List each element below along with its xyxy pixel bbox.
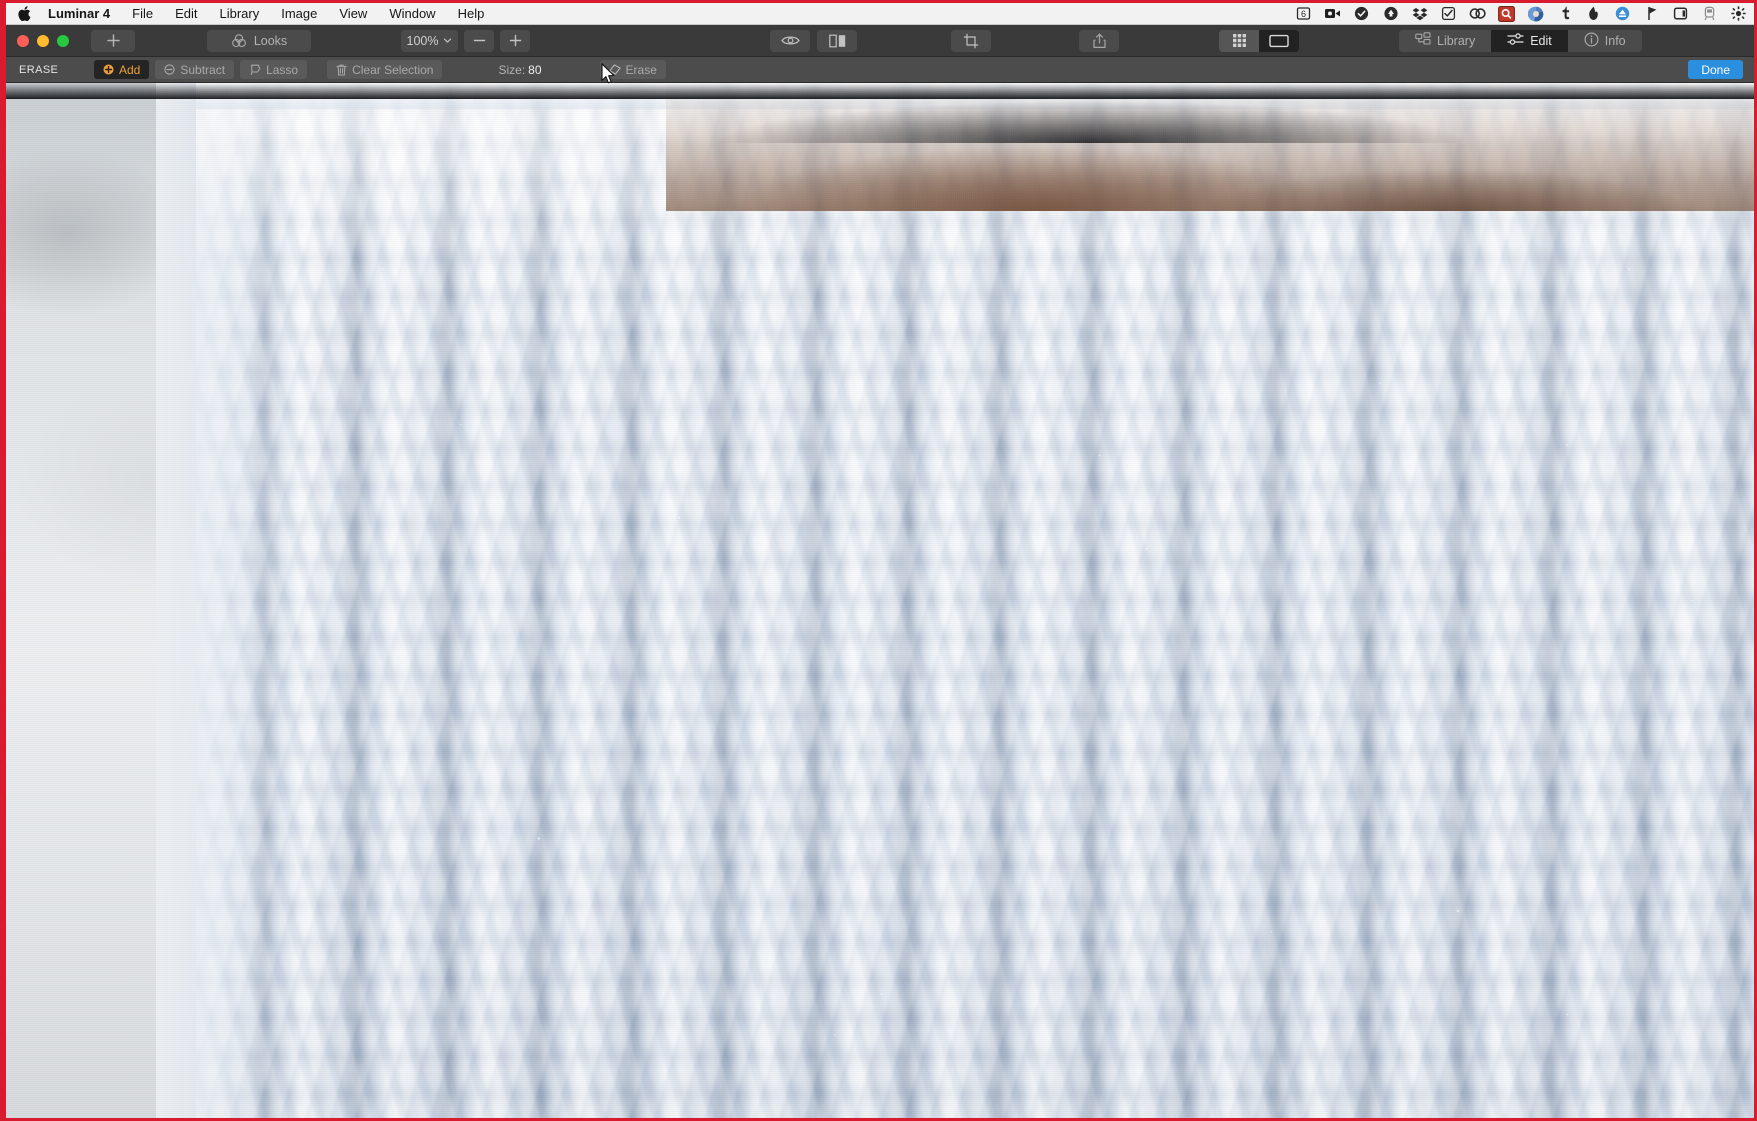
eject-disk-icon[interactable] [1613,4,1632,23]
window-controls [6,34,69,47]
share-button[interactable] [1079,29,1119,52]
airdrop-icon[interactable] [1381,4,1400,23]
tab-edit[interactable]: Edit [1491,29,1568,52]
photo-canvas[interactable] [6,83,1754,1118]
flag-icon[interactable] [1642,4,1661,23]
spotlight-search-icon[interactable] [1497,4,1516,23]
erase-button-label: Erase [625,62,657,77]
lasso-icon [249,64,261,75]
erase-mode-lasso-label: Lasso [266,62,299,77]
app-toolbar: Looks 100% Library Edit Info [6,25,1754,57]
single-view-icon [1269,34,1289,47]
crop-icon [963,33,979,49]
erase-mode-add-button[interactable]: Add [94,60,150,79]
trash-icon [336,64,347,76]
library-icon [1415,32,1431,49]
train-icon[interactable] [1700,4,1719,23]
brush-size-label: Size: [498,62,526,77]
tumblr-icon[interactable] [1555,4,1574,23]
erase-mode-add-label: Add [119,62,141,77]
gear-settings-icon[interactable] [1729,4,1748,23]
zoom-out-button[interactable] [464,29,494,52]
menu-item-image[interactable]: Image [270,3,328,25]
mode-tabs: Library Edit Info [1399,29,1642,52]
view-mode-toggle [1219,29,1299,52]
done-button[interactable]: Done [1688,60,1743,79]
apple-logo-icon[interactable] [18,5,33,22]
chevron-down-icon [444,38,452,43]
zoom-level-dropdown[interactable]: 100% [401,29,458,52]
dropbox-icon[interactable] [1410,4,1429,23]
menu-item-view[interactable]: View [328,3,378,25]
screen: Luminar 4 File Edit Library Image View W… [0,0,1757,1121]
erase-tool-title: ERASE [19,63,59,76]
close-button[interactable] [17,34,29,47]
macos-menu-bar: Luminar 4 File Edit Library Image View W… [6,3,1754,25]
plus-circle-icon [103,64,114,75]
zoom-level-value: 100% [406,33,439,48]
adobe-creative-cloud-icon[interactable] [1468,4,1487,23]
looks-label: Looks [253,33,288,48]
photo-grain [6,83,1754,1118]
erase-toolbar: ERASE Add Subtract Lasso Clear Selection… [6,57,1754,83]
grid-view-button[interactable] [1219,29,1259,52]
checkmark-badge-icon[interactable] [1352,4,1371,23]
clear-selection-label: Clear Selection [352,62,434,77]
share-icon [1092,33,1107,49]
menu-item-app-name[interactable]: Luminar 4 [37,3,121,25]
menu-item-library[interactable]: Library [208,3,270,25]
menu-bar-left: Luminar 4 File Edit Library Image View W… [6,3,495,24]
erase-mode-subtract-button[interactable]: Subtract [155,60,235,79]
brush-size-control[interactable]: Size: 80 [498,63,541,77]
single-view-button[interactable] [1259,29,1299,52]
zoom-in-button[interactable] [500,29,530,52]
menu-item-edit[interactable]: Edit [164,3,208,25]
erase-mode-lasso-button[interactable]: Lasso [240,60,308,79]
looks-icon [231,33,247,49]
brush-size-value[interactable]: 80 [528,63,541,77]
tab-library[interactable]: Library [1399,29,1492,52]
erase-mode-subtract-label: Subtract [180,62,226,77]
looks-button[interactable]: Looks [207,29,311,52]
menu-bar-status-icons: 6 [1294,3,1754,24]
mouse-pointer [601,63,616,90]
luminar-window: Looks 100% Library Edit Info ERASE Add S… [6,25,1754,1118]
screen-recorder-icon[interactable] [1323,4,1342,23]
flame-icon[interactable] [1584,4,1603,23]
crop-tool-button[interactable] [951,29,991,52]
info-circle-icon [1584,31,1599,50]
tab-library-label: Library [1437,33,1476,48]
desktop-number-6-icon[interactable]: 6 [1294,4,1313,23]
maximize-button[interactable] [57,34,69,47]
display-icon[interactable] [1671,4,1690,23]
eye-icon [780,34,800,47]
zoom-controls: 100% [401,29,530,52]
menu-item-file[interactable]: File [121,3,164,25]
preview-toggle-button[interactable] [770,29,810,52]
minus-circle-icon [164,64,176,75]
menu-item-help[interactable]: Help [447,3,496,25]
tab-info-label: Info [1604,33,1626,48]
view-controls [770,29,857,52]
chrome-browser-icon[interactable] [1526,4,1545,23]
add-image-button[interactable] [91,29,135,52]
todo-checklist-icon[interactable] [1439,4,1458,23]
svg-text:6: 6 [1301,9,1306,19]
clear-selection-button[interactable]: Clear Selection [327,60,443,79]
tab-info[interactable]: Info [1567,29,1642,52]
compare-split-icon [828,34,846,48]
grid-view-icon [1232,34,1246,47]
done-button-label: Done [1701,62,1730,77]
tab-edit-label: Edit [1530,33,1552,48]
minimize-button[interactable] [37,34,49,47]
sliders-icon [1507,32,1524,49]
compare-toggle-button[interactable] [817,29,857,52]
menu-item-window[interactable]: Window [378,3,446,25]
